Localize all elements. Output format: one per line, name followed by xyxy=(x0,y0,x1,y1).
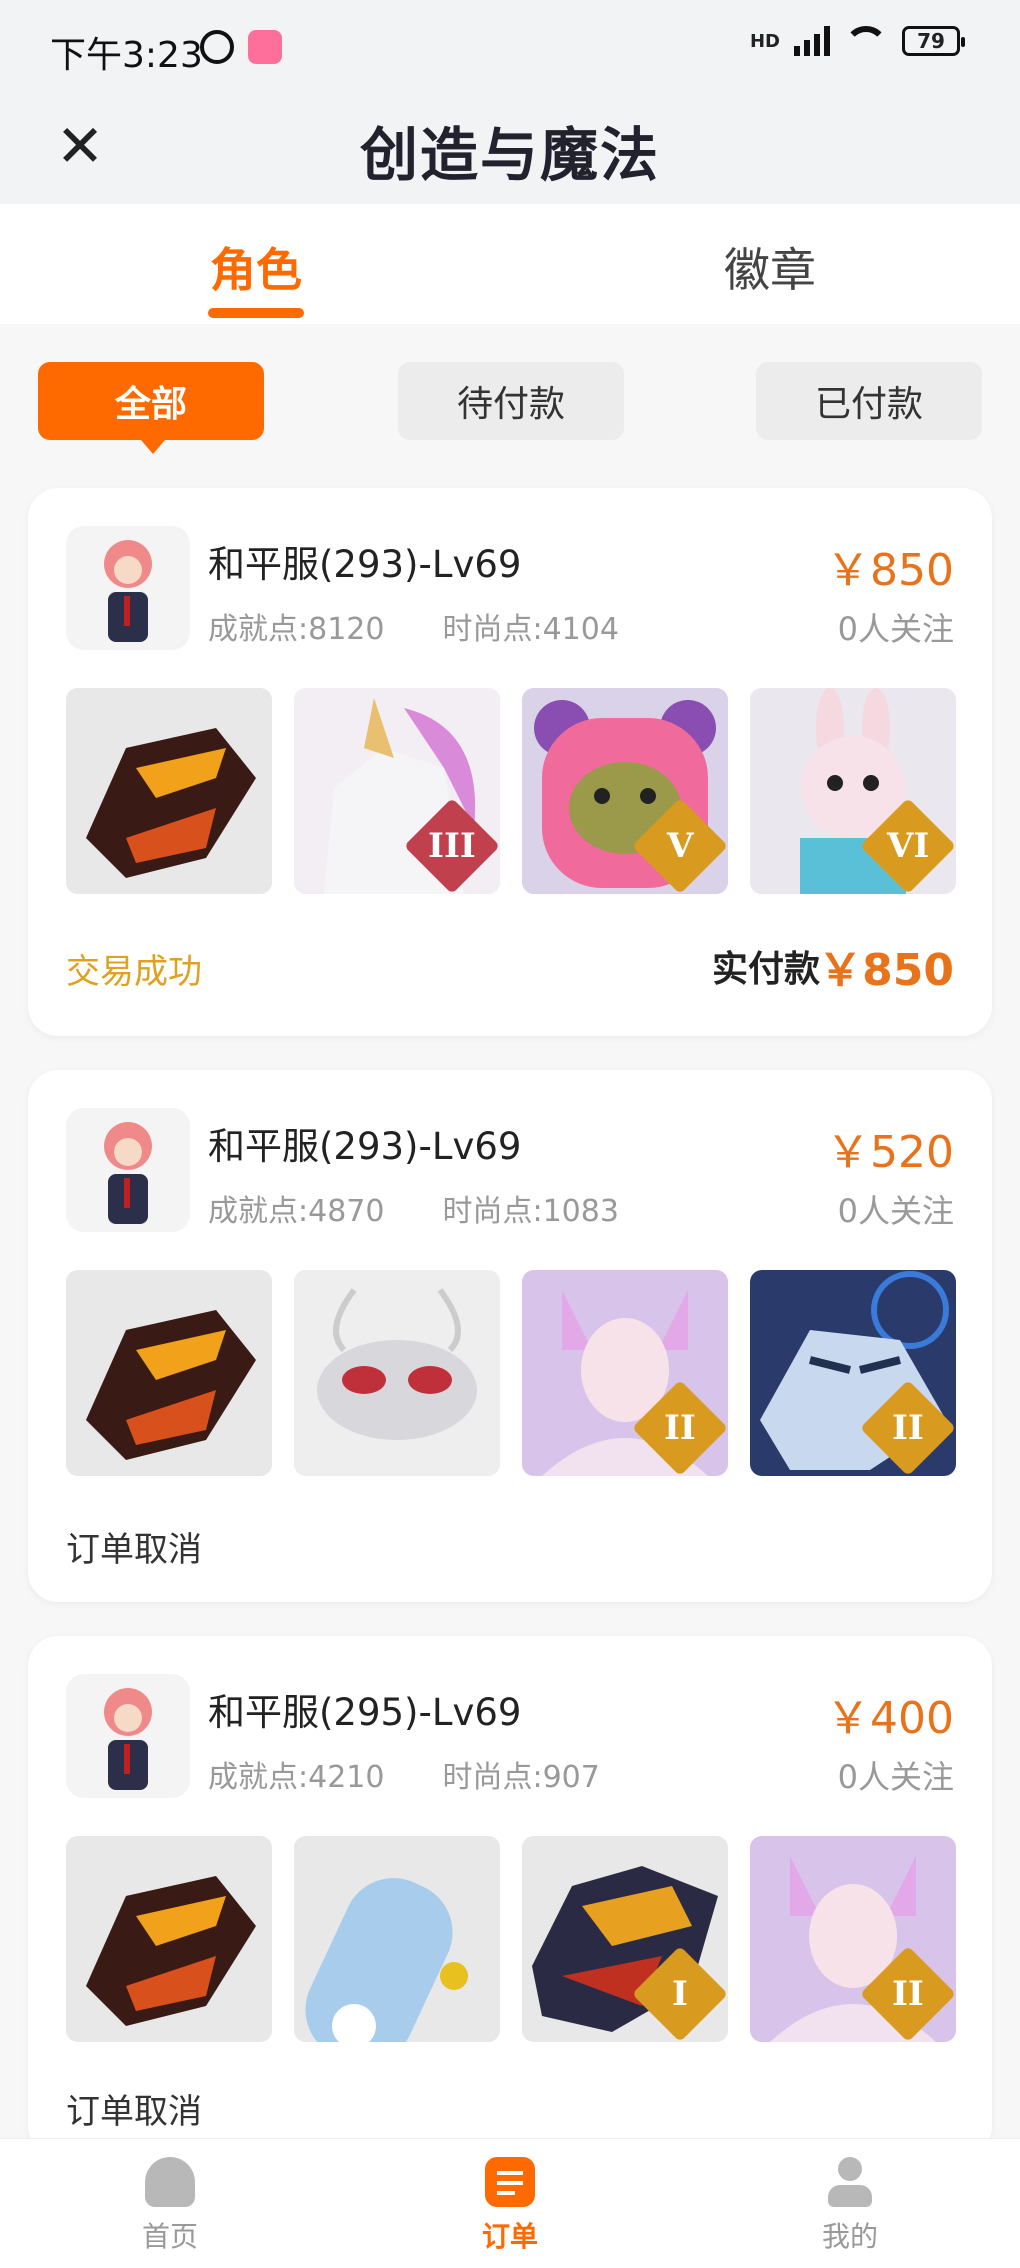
achievement-points: 成就点:4210 xyxy=(208,1760,385,1795)
item-thumb-fire-dragon[interactable]: I xyxy=(522,1836,728,2042)
filter-all[interactable]: 全部 xyxy=(38,362,264,454)
wifi-icon xyxy=(844,26,888,56)
nav-me[interactable]: 我的 xyxy=(770,2157,930,2255)
tier-label: VI xyxy=(886,825,930,866)
signal-icon xyxy=(794,26,830,56)
status-bar: 下午3:23 HD 79 xyxy=(0,0,1020,96)
item-thumbnails: I II xyxy=(66,1836,956,2042)
tier-label: III xyxy=(428,826,476,866)
item-thumb-pink-bear[interactable]: V xyxy=(522,688,728,894)
followers-count: 0人关注 xyxy=(837,1758,954,1796)
avatar xyxy=(66,1674,190,1798)
order-status: 交易成功 xyxy=(66,952,202,992)
item-thumb-skateboard[interactable] xyxy=(294,1836,500,2042)
profile-icon xyxy=(825,2157,875,2207)
status-time: 下午3:23 xyxy=(50,35,203,76)
item-thumb-ice-tiger[interactable]: II xyxy=(750,1270,956,1476)
account-title: 和平服(293)-Lv69 xyxy=(208,1125,522,1168)
app-notification-icon xyxy=(248,30,282,64)
item-thumb-fox-spirit[interactable]: II xyxy=(522,1270,728,1476)
fashion-points: 时尚点:4104 xyxy=(442,612,619,647)
account-title: 和平服(293)-Lv69 xyxy=(208,543,522,586)
price: ￥850 xyxy=(826,545,954,596)
tab-badge[interactable]: 徽章 xyxy=(724,234,816,300)
order-status: 订单取消 xyxy=(66,2092,202,2132)
paid-label: 实付款 xyxy=(711,949,820,990)
item-thumbnails: III V VI xyxy=(66,688,956,894)
account-title: 和平服(295)-Lv69 xyxy=(208,1691,522,1734)
page-header: ✕ 创造与魔法 xyxy=(0,96,1020,204)
followers-count: 0人关注 xyxy=(837,1192,954,1230)
tab-active-indicator xyxy=(208,308,304,318)
tier-label: II xyxy=(664,1408,696,1448)
tier-label: V xyxy=(666,825,694,866)
home-icon xyxy=(145,2157,195,2207)
tab-role[interactable]: 角色 xyxy=(210,234,302,300)
battery-icon: 79 xyxy=(902,26,965,56)
order-card[interactable]: 和平服(293)-Lv69 成就点:8120 时尚点:4104 ￥850 0人关… xyxy=(28,488,992,1036)
tier-label: I xyxy=(672,1974,688,2014)
filter-bar: 全部 待付款 已付款 xyxy=(0,324,1020,464)
price: ￥400 xyxy=(826,1693,954,1744)
item-thumb-dragon-mount[interactable] xyxy=(66,1270,272,1476)
battery-level: 79 xyxy=(917,29,945,53)
nav-home[interactable]: 首页 xyxy=(90,2157,250,2255)
tier-label: II xyxy=(892,1408,924,1448)
order-card[interactable]: 和平服(295)-Lv69 成就点:4210 时尚点:907 ￥400 0人关注… xyxy=(28,1636,992,2156)
main-tabs: 角色 徽章 xyxy=(0,204,1020,324)
achievement-points: 成就点:8120 xyxy=(208,612,385,647)
page-title: 创造与魔法 xyxy=(359,121,660,189)
avatar xyxy=(66,1108,190,1232)
followers-count: 0人关注 xyxy=(837,610,954,648)
order-icon xyxy=(485,2157,535,2207)
item-thumb-unicorn-mount[interactable]: III xyxy=(294,688,500,894)
item-thumbnails: II II xyxy=(66,1270,956,1476)
item-thumb-dragon-mount[interactable] xyxy=(66,688,272,894)
paid-amount: ￥850 xyxy=(818,945,954,996)
bottom-nav: 首页 订单 我的 xyxy=(0,2138,1020,2268)
fashion-points: 时尚点:907 xyxy=(442,1760,600,1795)
tier-label: II xyxy=(892,1974,924,2014)
avatar xyxy=(66,526,190,650)
price: ￥520 xyxy=(826,1127,954,1178)
order-card[interactable]: 和平服(293)-Lv69 成就点:4870 时尚点:1083 ￥520 0人关… xyxy=(28,1070,992,1602)
item-thumb-bunny-pet[interactable]: VI xyxy=(750,688,956,894)
achievement-points: 成就点:4870 xyxy=(208,1194,385,1229)
item-thumb-mecha-bug[interactable] xyxy=(294,1270,500,1476)
order-status: 订单取消 xyxy=(66,1530,202,1570)
filter-paid[interactable]: 已付款 xyxy=(756,362,982,440)
filter-pending[interactable]: 待付款 xyxy=(398,362,624,440)
fashion-points: 时尚点:1083 xyxy=(442,1194,619,1229)
nav-orders[interactable]: 订单 xyxy=(430,2157,590,2255)
alarm-icon xyxy=(200,30,234,64)
nav-me-label: 我的 xyxy=(821,2220,878,2253)
nav-orders-label: 订单 xyxy=(481,2220,538,2253)
nav-home-label: 首页 xyxy=(141,2220,198,2253)
network-label: HD xyxy=(749,30,780,52)
item-thumb-fox-spirit[interactable]: II xyxy=(750,1836,956,2042)
item-thumb-dragon-mount[interactable] xyxy=(66,1836,272,2042)
